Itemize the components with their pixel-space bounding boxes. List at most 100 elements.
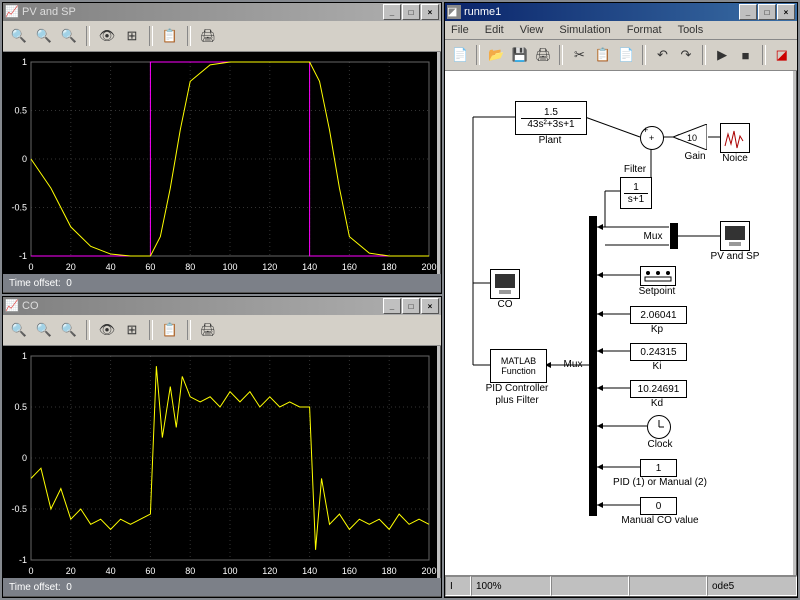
- undo-icon[interactable]: ↶: [651, 43, 673, 67]
- paste-icon[interactable]: 📄: [615, 43, 637, 67]
- block-kd[interactable]: 10.24691: [630, 380, 687, 398]
- manual-co-label: Manual CO value: [600, 515, 720, 526]
- open-icon[interactable]: 📂: [485, 43, 507, 67]
- filter-den: s+1: [628, 194, 644, 205]
- scope-pvsp-label: PV and SP: [695, 251, 775, 262]
- maximize-button[interactable]: □: [758, 4, 776, 20]
- clock-label: Clock: [620, 439, 700, 450]
- menu-format[interactable]: Format: [625, 23, 664, 37]
- model-canvas[interactable]: 1.5 43s²+3s+1 Plant ++ 10 Gain Noice Fil…: [445, 71, 793, 575]
- svg-text:60: 60: [145, 566, 155, 576]
- print-icon[interactable]: 🖨: [196, 318, 220, 342]
- zoom-in-icon[interactable]: 🔍: [7, 318, 31, 342]
- window-pv-sp: 📈 PV and SP _ □ × 🔍 🔍 🔍 👁 ⊞ 📋 🖨 02040608…: [2, 2, 442, 294]
- svg-text:0.5: 0.5: [14, 402, 27, 412]
- window-co: 📈 CO _ □ × 🔍 🔍 🔍 👁 ⊞ 📋 🖨 020406080100120…: [2, 296, 442, 598]
- block-gain[interactable]: 10: [673, 124, 707, 150]
- plot-pv-sp[interactable]: 020406080100120140160180200-1-0.500.51: [3, 52, 437, 274]
- redo-icon[interactable]: ↷: [675, 43, 697, 67]
- kd-value: 10.24691: [638, 384, 680, 395]
- scope-icon: 📈: [5, 299, 19, 313]
- maximize-button[interactable]: □: [402, 298, 420, 314]
- block-kp[interactable]: 2.06041: [630, 306, 687, 324]
- kd-label: Kd: [617, 398, 697, 409]
- block-plant[interactable]: 1.5 43s²+3s+1: [515, 101, 587, 135]
- minimize-button[interactable]: _: [739, 4, 757, 20]
- binoculars-icon[interactable]: 👁: [95, 24, 119, 48]
- titlebar-co[interactable]: 📈 CO _ □ ×: [3, 297, 441, 315]
- block-manual-co[interactable]: 0: [640, 497, 677, 515]
- block-filter[interactable]: 1 s+1: [620, 177, 652, 209]
- block-mux-small[interactable]: [670, 223, 678, 249]
- zoom-in-icon[interactable]: 🔍: [7, 24, 31, 48]
- block-sum[interactable]: ++: [640, 126, 664, 150]
- maximize-button[interactable]: □: [402, 4, 420, 20]
- status-gap2: [629, 576, 707, 596]
- svg-text:20: 20: [66, 262, 76, 272]
- minimize-button[interactable]: _: [383, 4, 401, 20]
- pid-manual-label: PID (1) or Manual (2): [600, 477, 720, 488]
- statusbar-co: Time offset: 0: [3, 578, 441, 596]
- block-ki[interactable]: 0.24315: [630, 343, 687, 361]
- simulink-icon: ◪: [447, 5, 461, 19]
- block-pid-manual[interactable]: 1: [640, 459, 677, 477]
- menu-simulation[interactable]: Simulation: [557, 23, 612, 37]
- new-icon[interactable]: 📄: [449, 43, 471, 67]
- autoscale-icon[interactable]: ⊞: [120, 24, 144, 48]
- plant-den: 43s²+3s+1: [527, 119, 574, 130]
- svg-text:40: 40: [106, 262, 116, 272]
- separator: [559, 45, 563, 65]
- block-scope-pvsp[interactable]: [720, 221, 750, 251]
- save-icon[interactable]: 💾: [509, 43, 531, 67]
- binoculars-icon[interactable]: 👁: [95, 318, 119, 342]
- separator: [149, 26, 153, 46]
- titlebar-pv-sp[interactable]: 📈 PV and SP _ □ ×: [3, 3, 441, 21]
- menu-edit[interactable]: Edit: [483, 23, 506, 37]
- zoom-y-icon[interactable]: 🔍: [57, 318, 81, 342]
- svg-text:0: 0: [22, 154, 27, 164]
- filter-num: 1: [633, 182, 639, 193]
- separator: [187, 320, 191, 340]
- status-gap1: [551, 576, 629, 596]
- plot-co[interactable]: 020406080100120140160180200-1-0.500.51: [3, 346, 437, 578]
- toolbar-co: 🔍 🔍 🔍 👁 ⊞ 📋 🖨: [3, 315, 441, 346]
- close-button[interactable]: ×: [421, 4, 439, 20]
- toolbar-pv-sp: 🔍 🔍 🔍 👁 ⊞ 📋 🖨: [3, 21, 441, 52]
- cut-icon[interactable]: ✂: [568, 43, 590, 67]
- separator: [149, 320, 153, 340]
- separator: [86, 320, 90, 340]
- block-setpoint[interactable]: [640, 266, 676, 286]
- lib-icon[interactable]: ◪: [771, 43, 793, 67]
- status-zoom: 100%: [471, 576, 551, 596]
- menu-tools[interactable]: Tools: [676, 23, 706, 37]
- svg-text:100: 100: [222, 566, 237, 576]
- print-icon[interactable]: 🖨: [196, 24, 220, 48]
- params-icon[interactable]: 📋: [158, 318, 182, 342]
- setpoint-label: Setpoint: [617, 286, 697, 297]
- zoom-y-icon[interactable]: 🔍: [57, 24, 81, 48]
- block-scope-co[interactable]: [490, 269, 520, 299]
- play-icon[interactable]: ▶: [711, 43, 733, 67]
- close-button[interactable]: ×: [777, 4, 795, 20]
- statusbar-pv-sp: Time offset: 0: [3, 274, 441, 292]
- block-clock[interactable]: [647, 415, 671, 439]
- block-matlab-fcn[interactable]: MATLAB Function: [490, 349, 547, 383]
- menu-view[interactable]: View: [518, 23, 546, 37]
- svg-text:200: 200: [421, 262, 436, 272]
- matlab-l1: MATLAB: [501, 356, 536, 366]
- copy-icon[interactable]: 📋: [592, 43, 614, 67]
- block-noise[interactable]: [720, 123, 750, 153]
- menu-file[interactable]: File: [449, 23, 471, 37]
- block-mux-big[interactable]: [589, 216, 597, 516]
- close-button[interactable]: ×: [421, 298, 439, 314]
- minimize-button[interactable]: _: [383, 298, 401, 314]
- stop-icon[interactable]: ■: [734, 43, 756, 67]
- autoscale-icon[interactable]: ⊞: [120, 318, 144, 342]
- zoom-x-icon[interactable]: 🔍: [32, 24, 56, 48]
- filter-title: Filter: [595, 164, 675, 175]
- params-icon[interactable]: 📋: [158, 24, 182, 48]
- separator: [762, 45, 766, 65]
- print-icon[interactable]: 🖨: [532, 43, 554, 67]
- titlebar-model[interactable]: ◪ runme1 _ □ ×: [445, 3, 797, 21]
- zoom-x-icon[interactable]: 🔍: [32, 318, 56, 342]
